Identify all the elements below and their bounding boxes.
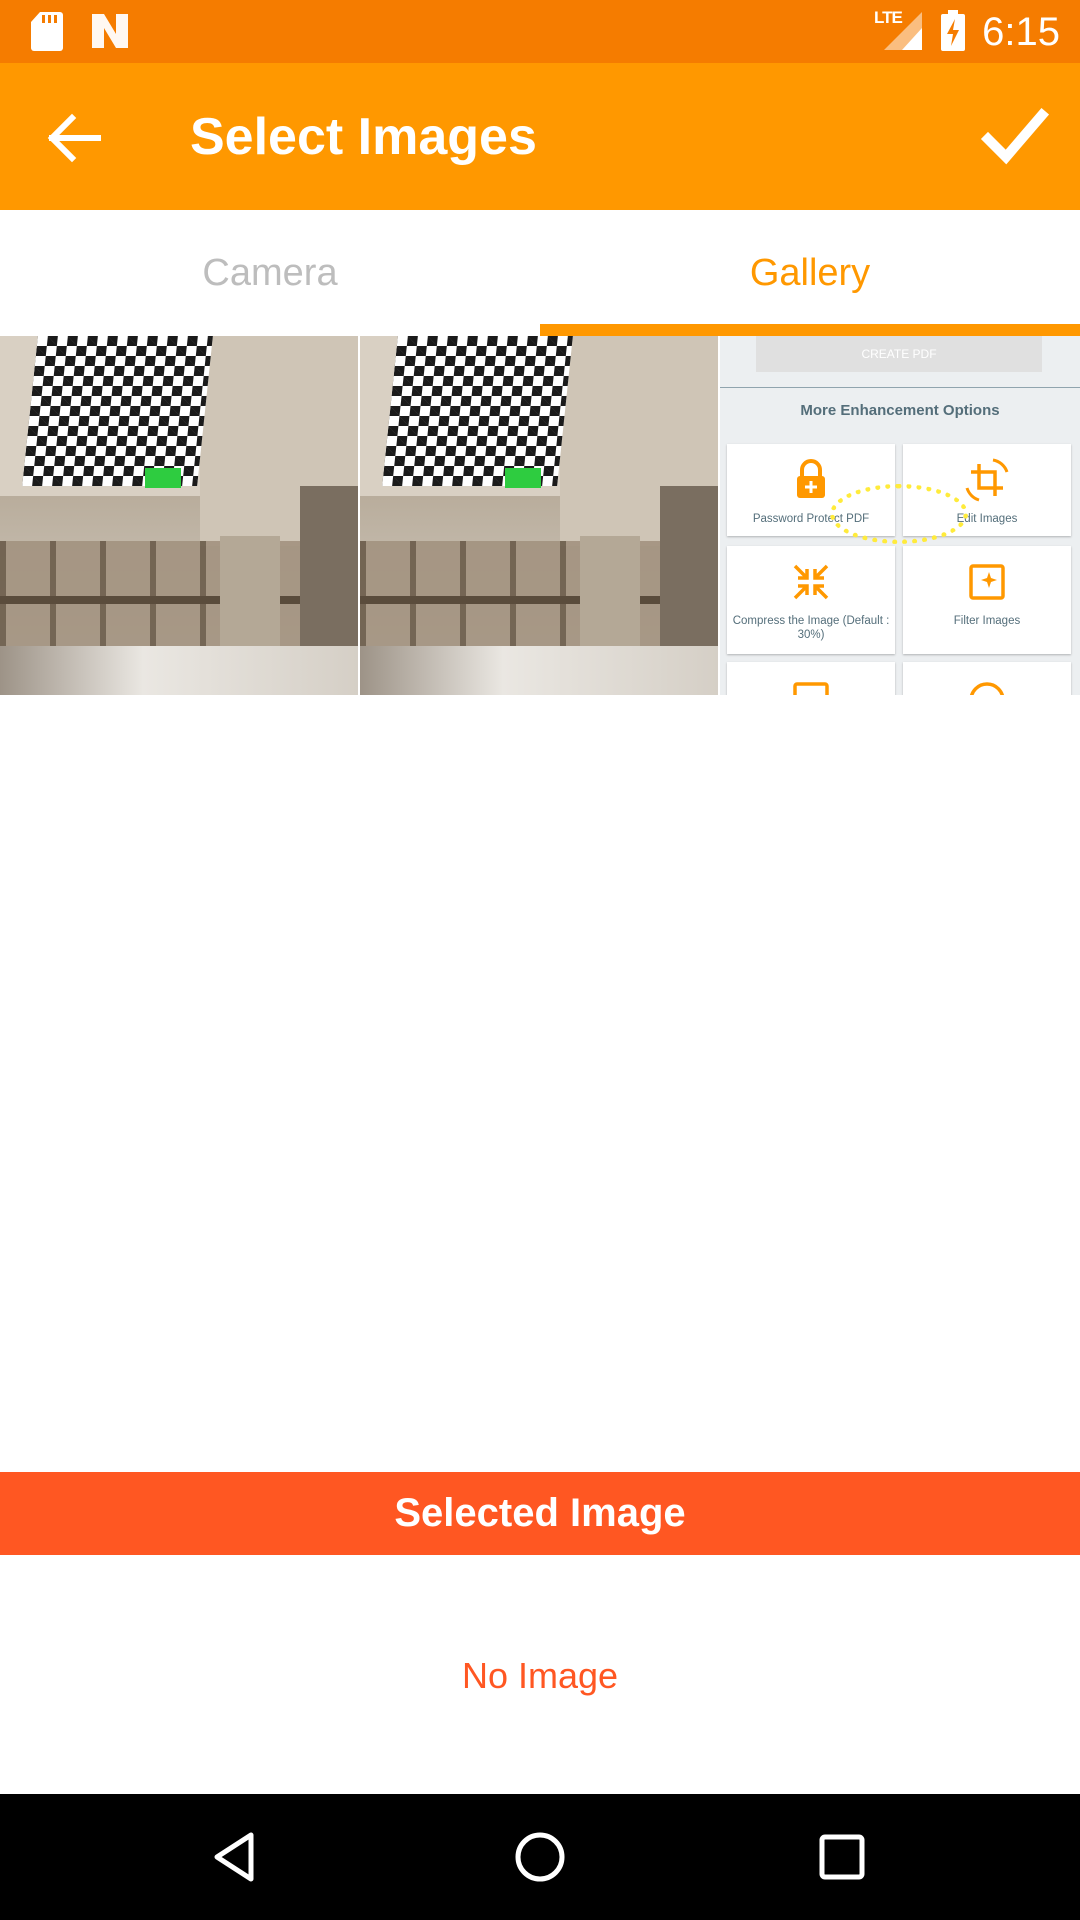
image-icon: [793, 682, 829, 695]
gallery-thumbnail[interactable]: [360, 336, 718, 695]
compress-icon: [793, 564, 829, 600]
play-circle-icon: [969, 682, 1005, 695]
notification-n-icon: [92, 14, 128, 48]
sd-card-icon: [31, 12, 63, 51]
photo-image: [360, 336, 718, 695]
tab-bar: Camera Gallery: [0, 210, 1080, 336]
option-card: [727, 662, 895, 695]
check-icon[interactable]: [980, 103, 1050, 168]
lock-icon: [797, 459, 825, 498]
status-bar: LTE 6:15: [0, 0, 1080, 63]
tab-camera[interactable]: Camera: [0, 210, 540, 336]
lte-signal-icon: LTE: [872, 8, 924, 52]
tab-gallery[interactable]: Gallery: [540, 210, 1080, 336]
selected-image-header: Selected Image: [0, 1472, 1080, 1555]
touch-highlight: [830, 484, 968, 544]
tab-indicator: [540, 324, 1080, 336]
option-card: [903, 662, 1071, 695]
photo-image: [0, 336, 358, 695]
gallery-thumbnail[interactable]: [0, 336, 358, 695]
no-image-text: No Image: [461, 1655, 619, 1696]
gallery-grid: CREATE PDF More Enhancement Options Pass…: [0, 336, 1080, 695]
divider: [720, 387, 1080, 388]
crop-rotate-icon: [965, 458, 1009, 502]
filter-icon: [969, 564, 1005, 600]
nav-recent-apps-icon[interactable]: [812, 1827, 872, 1887]
navigation-bar: [0, 1794, 1080, 1920]
option-label: Filter Images: [953, 615, 1021, 627]
option-card-filter: Filter Images: [903, 546, 1071, 654]
gallery-thumbnail[interactable]: CREATE PDF More Enhancement Options Pass…: [720, 336, 1080, 695]
option-card-compress: Compress the Image (Default : 30%): [727, 546, 895, 654]
battery-charging-icon: [941, 10, 965, 51]
nav-home-icon[interactable]: [510, 1827, 570, 1887]
nav-back-icon[interactable]: [205, 1827, 265, 1887]
app-bar: Select Images: [0, 63, 1080, 210]
status-time: 6:15: [982, 10, 1060, 54]
options-heading: More Enhancement Options: [800, 402, 1000, 419]
page-title: Select Images: [190, 108, 537, 166]
option-label: Compress the Image (Default : 30%): [732, 615, 890, 641]
create-pdf-label: CREATE PDF: [756, 336, 1042, 372]
back-arrow-icon[interactable]: [38, 108, 108, 168]
